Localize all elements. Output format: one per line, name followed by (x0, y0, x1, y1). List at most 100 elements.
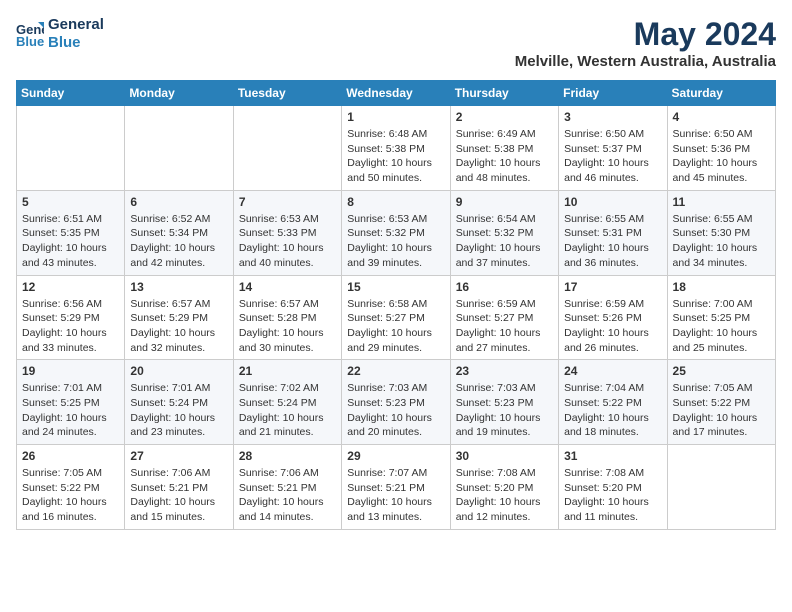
calendar-cell: 12 Sunrise: 6:56 AM Sunset: 5:29 PM Dayli… (17, 275, 125, 360)
day-info: Sunrise: 7:03 AM Sunset: 5:23 PM Dayligh… (456, 381, 553, 440)
day-info: Sunrise: 7:05 AM Sunset: 5:22 PM Dayligh… (22, 466, 119, 525)
column-header-monday: Monday (125, 81, 233, 106)
column-header-friday: Friday (559, 81, 667, 106)
day-number: 10 (564, 195, 661, 209)
calendar-cell (233, 106, 341, 191)
day-number: 26 (22, 449, 119, 463)
calendar-cell: 11Sunrise: 6:55 AM Sunset: 5:30 PM Dayli… (667, 190, 775, 275)
day-info: Sunrise: 6:54 AM Sunset: 5:32 PM Dayligh… (456, 212, 553, 271)
day-info: Sunrise: 7:00 AM Sunset: 5:25 PM Dayligh… (673, 297, 770, 356)
day-number: 20 (130, 364, 227, 378)
calendar-cell: 22 Sunrise: 7:03 AM Sunset: 5:23 PM Dayli… (342, 360, 450, 445)
day-number: 18 (673, 280, 770, 294)
day-info: Sunrise: 6:59 AM Sunset: 5:27 PM Dayligh… (456, 297, 553, 356)
main-title: May 2024 (515, 16, 776, 53)
day-number: 31 (564, 449, 661, 463)
day-number: 22 (347, 364, 444, 378)
calendar-cell: 1 Sunrise: 6:48 AM Sunset: 5:38 PM Daylig… (342, 106, 450, 191)
calendar-cell: 17 Sunrise: 6:59 AM Sunset: 5:26 PM Dayli… (559, 275, 667, 360)
calendar-cell (125, 106, 233, 191)
day-number: 24 (564, 364, 661, 378)
day-info: Sunrise: 7:03 AM Sunset: 5:23 PM Dayligh… (347, 381, 444, 440)
calendar-cell: 8 Sunrise: 6:53 AM Sunset: 5:32 PM Daylig… (342, 190, 450, 275)
calendar-cell: 6Sunrise: 6:52 AM Sunset: 5:34 PM Daylig… (125, 190, 233, 275)
svg-text:Blue: Blue (16, 34, 44, 48)
day-number: 12 (22, 280, 119, 294)
logo-icon: General Blue (16, 20, 44, 48)
day-info: Sunrise: 6:52 AM Sunset: 5:34 PM Dayligh… (130, 212, 227, 271)
day-number: 17 (564, 280, 661, 294)
calendar-cell: 15 Sunrise: 6:58 AM Sunset: 5:27 PM Dayli… (342, 275, 450, 360)
column-header-saturday: Saturday (667, 81, 775, 106)
calendar-cell: 31 Sunrise: 7:08 AM Sunset: 5:20 PM Dayli… (559, 445, 667, 530)
day-info: Sunrise: 7:01 AM Sunset: 5:25 PM Dayligh… (22, 381, 119, 440)
day-info: Sunrise: 6:55 AM Sunset: 5:30 PM Dayligh… (673, 212, 770, 271)
day-info: Sunrise: 7:08 AM Sunset: 5:20 PM Dayligh… (564, 466, 661, 525)
calendar-cell: 19 Sunrise: 7:01 AM Sunset: 5:25 PM Dayli… (17, 360, 125, 445)
column-header-sunday: Sunday (17, 81, 125, 106)
calendar-table: SundayMondayTuesdayWednesdayThursdayFrid… (16, 80, 776, 530)
day-info: Sunrise: 7:04 AM Sunset: 5:22 PM Dayligh… (564, 381, 661, 440)
calendar-cell: 18 Sunrise: 7:00 AM Sunset: 5:25 PM Dayli… (667, 275, 775, 360)
subtitle: Melville, Western Australia, Australia (515, 53, 776, 70)
day-info: Sunrise: 7:05 AM Sunset: 5:22 PM Dayligh… (673, 381, 770, 440)
column-header-tuesday: Tuesday (233, 81, 341, 106)
day-number: 16 (456, 280, 553, 294)
calendar-body: 1 Sunrise: 6:48 AM Sunset: 5:38 PM Daylig… (17, 106, 776, 530)
calendar-cell: 4 Sunrise: 6:50 AM Sunset: 5:36 PM Daylig… (667, 106, 775, 191)
day-info: Sunrise: 6:50 AM Sunset: 5:36 PM Dayligh… (673, 127, 770, 186)
logo: General Blue General Blue (16, 16, 104, 52)
calendar-cell: 23 Sunrise: 7:03 AM Sunset: 5:23 PM Dayli… (450, 360, 558, 445)
day-number: 25 (673, 364, 770, 378)
calendar-cell: 14 Sunrise: 6:57 AM Sunset: 5:28 PM Dayli… (233, 275, 341, 360)
day-info: Sunrise: 6:48 AM Sunset: 5:38 PM Dayligh… (347, 127, 444, 186)
day-info: Sunrise: 6:59 AM Sunset: 5:26 PM Dayligh… (564, 297, 661, 356)
day-number: 30 (456, 449, 553, 463)
day-number: 14 (239, 280, 336, 294)
title-area: May 2024 Melville, Western Australia, Au… (515, 16, 776, 70)
calendar-cell: 13 Sunrise: 6:57 AM Sunset: 5:29 PM Dayli… (125, 275, 233, 360)
page-header: General Blue General Blue May 2024 Melvi… (16, 16, 776, 70)
day-number: 4 (673, 110, 770, 124)
day-info: Sunrise: 6:57 AM Sunset: 5:28 PM Dayligh… (239, 297, 336, 356)
day-info: Sunrise: 6:56 AM Sunset: 5:29 PM Dayligh… (22, 297, 119, 356)
calendar-cell: 20 Sunrise: 7:01 AM Sunset: 5:24 PM Dayli… (125, 360, 233, 445)
day-number: 8 (347, 195, 444, 209)
day-number: 23 (456, 364, 553, 378)
calendar-cell: 21Sunrise: 7:02 AM Sunset: 5:24 PM Dayli… (233, 360, 341, 445)
day-info: Sunrise: 7:08 AM Sunset: 5:20 PM Dayligh… (456, 466, 553, 525)
day-number: 15 (347, 280, 444, 294)
calendar-cell: 29Sunrise: 7:07 AM Sunset: 5:21 PM Dayli… (342, 445, 450, 530)
day-number: 3 (564, 110, 661, 124)
day-info: Sunrise: 6:58 AM Sunset: 5:27 PM Dayligh… (347, 297, 444, 356)
day-info: Sunrise: 6:57 AM Sunset: 5:29 PM Dayligh… (130, 297, 227, 356)
calendar-cell: 26 Sunrise: 7:05 AM Sunset: 5:22 PM Dayli… (17, 445, 125, 530)
calendar-cell: 16 Sunrise: 6:59 AM Sunset: 5:27 PM Dayli… (450, 275, 558, 360)
day-number: 28 (239, 449, 336, 463)
day-number: 29 (347, 449, 444, 463)
day-number: 2 (456, 110, 553, 124)
calendar-header-row: SundayMondayTuesdayWednesdayThursdayFrid… (17, 81, 776, 106)
day-info: Sunrise: 7:06 AM Sunset: 5:21 PM Dayligh… (239, 466, 336, 525)
day-info: Sunrise: 7:01 AM Sunset: 5:24 PM Dayligh… (130, 381, 227, 440)
calendar-cell: 2 Sunrise: 6:49 AM Sunset: 5:38 PM Daylig… (450, 106, 558, 191)
day-number: 5 (22, 195, 119, 209)
calendar-week-3: 12 Sunrise: 6:56 AM Sunset: 5:29 PM Dayli… (17, 275, 776, 360)
day-number: 13 (130, 280, 227, 294)
calendar-cell: 10Sunrise: 6:55 AM Sunset: 5:31 PM Dayli… (559, 190, 667, 275)
day-info: Sunrise: 7:02 AM Sunset: 5:24 PM Dayligh… (239, 381, 336, 440)
day-number: 19 (22, 364, 119, 378)
calendar-week-4: 19 Sunrise: 7:01 AM Sunset: 5:25 PM Dayli… (17, 360, 776, 445)
calendar-cell: 5Sunrise: 6:51 AM Sunset: 5:35 PM Daylig… (17, 190, 125, 275)
column-header-wednesday: Wednesday (342, 81, 450, 106)
day-info: Sunrise: 6:49 AM Sunset: 5:38 PM Dayligh… (456, 127, 553, 186)
day-number: 27 (130, 449, 227, 463)
day-info: Sunrise: 6:53 AM Sunset: 5:32 PM Dayligh… (347, 212, 444, 271)
day-number: 9 (456, 195, 553, 209)
calendar-cell: 27Sunrise: 7:06 AM Sunset: 5:21 PM Dayli… (125, 445, 233, 530)
calendar-cell: 24 Sunrise: 7:04 AM Sunset: 5:22 PM Dayli… (559, 360, 667, 445)
calendar-cell: 25 Sunrise: 7:05 AM Sunset: 5:22 PM Dayli… (667, 360, 775, 445)
day-number: 1 (347, 110, 444, 124)
day-number: 7 (239, 195, 336, 209)
logo-line1: General (48, 16, 104, 34)
